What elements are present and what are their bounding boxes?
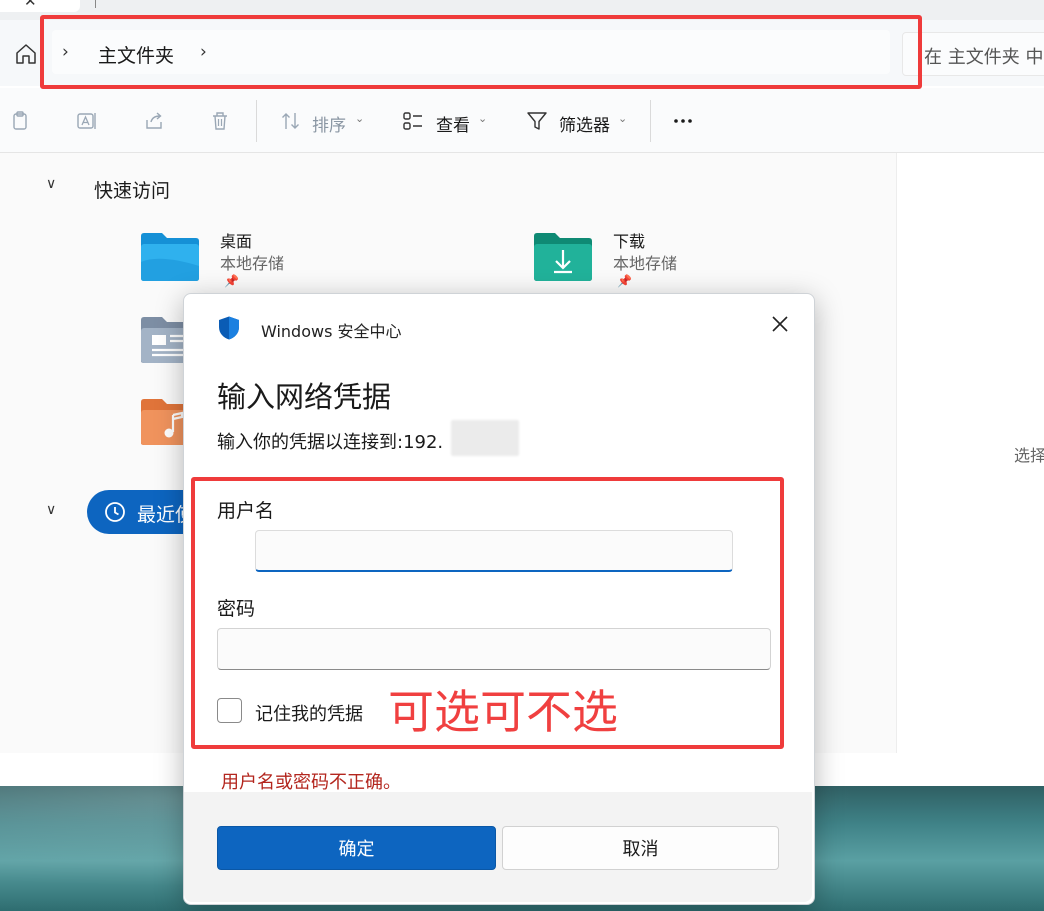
- home-icon[interactable]: [14, 42, 38, 66]
- chevron-down-icon[interactable]: ∨: [46, 176, 56, 192]
- close-icon[interactable]: [768, 312, 792, 336]
- error-message: 用户名或密码不正确。: [221, 772, 401, 793]
- ok-button[interactable]: 确定: [217, 826, 496, 870]
- toolbar-divider: [650, 100, 651, 142]
- quick-access-header[interactable]: 快速访问: [94, 176, 170, 203]
- annotation-box-form: [191, 477, 784, 749]
- dialog-app-title: Windows 安全中心: [261, 322, 402, 341]
- delete-icon[interactable]: [209, 110, 231, 132]
- redacted-ip-mask: [451, 420, 519, 456]
- view-button-label[interactable]: 查看: [436, 111, 470, 136]
- toolbar-divider: [256, 100, 257, 142]
- tab-divider: [95, 0, 96, 8]
- share-icon[interactable]: [143, 110, 165, 132]
- folder-location: 本地存储: [220, 254, 285, 273]
- annotation-box-address: [40, 15, 922, 89]
- filter-button-label[interactable]: 筛选器: [559, 111, 610, 136]
- sort-icon[interactable]: [280, 110, 302, 132]
- rename-icon[interactable]: [76, 110, 98, 132]
- chevron-down-icon[interactable]: ⌄: [355, 112, 364, 125]
- pin-icon: 📌: [224, 274, 239, 288]
- active-tab[interactable]: [0, 0, 80, 12]
- filter-icon[interactable]: [526, 110, 548, 132]
- clock-icon: [105, 502, 125, 522]
- chevron-down-icon[interactable]: ∨: [46, 502, 56, 518]
- view-icon[interactable]: [402, 110, 424, 132]
- dialog-subtitle: 输入你的凭据以连接到:192.: [217, 432, 444, 453]
- chevron-down-icon[interactable]: ⌄: [478, 112, 487, 125]
- folder-location: 本地存储: [613, 254, 678, 273]
- paste-icon[interactable]: [10, 110, 32, 132]
- desktop-folder-icon[interactable]: [140, 232, 200, 282]
- details-hint: 选择: [1014, 446, 1044, 465]
- folder-name[interactable]: 桌面: [220, 228, 252, 252]
- close-tab-icon[interactable]: ✕: [24, 0, 37, 9]
- dialog-heading: 输入网络凭据: [217, 380, 392, 414]
- shield-icon: [219, 316, 239, 340]
- downloads-folder-icon[interactable]: [533, 232, 593, 282]
- cancel-button[interactable]: 取消: [502, 826, 779, 870]
- search-placeholder: 在 主文件夹 中: [924, 47, 1044, 68]
- sort-button-label[interactable]: 排序: [312, 111, 346, 136]
- folder-name[interactable]: 下载: [613, 228, 645, 252]
- chevron-down-icon[interactable]: ⌄: [618, 112, 627, 125]
- pin-icon: 📌: [617, 274, 632, 288]
- more-options-icon[interactable]: [672, 110, 694, 132]
